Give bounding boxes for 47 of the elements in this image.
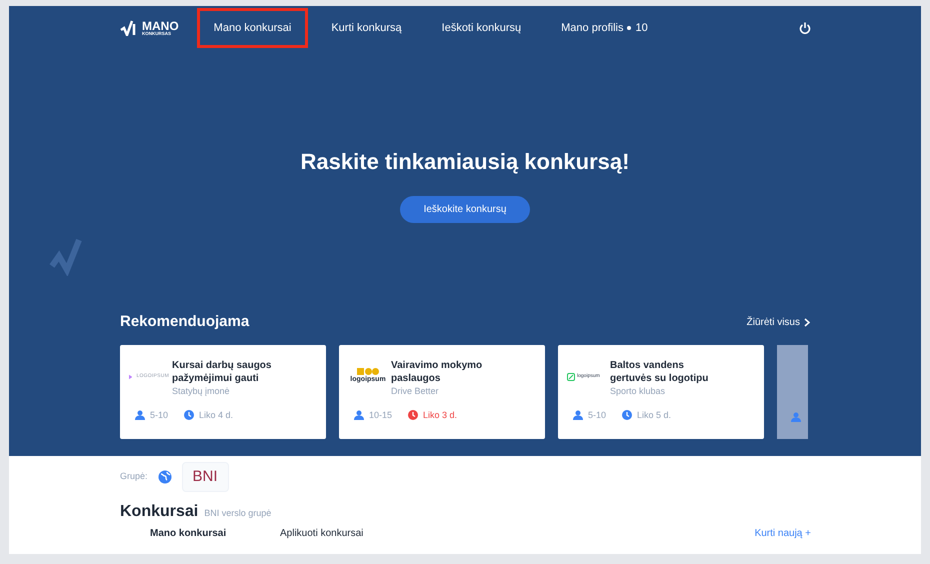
search-contests-button[interactable]: Ieškokite konkursų [400, 196, 530, 223]
participants-count: 5-10 [150, 408, 168, 422]
person-icon [791, 412, 801, 422]
see-all-link[interactable]: Žiūrėti visus [746, 314, 810, 330]
group-label: Grupė: [120, 470, 148, 484]
nav-link[interactable]: Mano profilis 10 [544, 8, 665, 48]
dots-logo-icon [357, 368, 379, 375]
contests-tab[interactable]: Aplikuoti konkursai [280, 528, 410, 540]
deadline-text: Liko 4 d. [199, 408, 234, 422]
card-title: Vairavimo mokymo paslaugos [391, 358, 484, 384]
contests-tab[interactable]: Mano konkursai [150, 528, 280, 540]
chevron-right-icon [804, 318, 810, 327]
dot-icon [627, 26, 632, 30]
card-title: Baltos vandens gertuvės su logotipu [610, 358, 710, 384]
section-title: Konkursai [120, 502, 198, 522]
logo-title: MANO [142, 20, 179, 32]
nav-link[interactable]: Kurti konkursą [314, 8, 419, 48]
create-new-link[interactable]: Kurti naują + [754, 528, 811, 540]
person-icon [354, 410, 364, 420]
hero-title: Raskite tinkamiausią konkursą! [300, 148, 630, 176]
card-company: Statybų įmonė [172, 384, 231, 396]
triangle-logo-icon [129, 372, 132, 380]
clock-icon [184, 410, 194, 420]
background-logo-drawing [49, 236, 83, 276]
power-icon[interactable] [799, 22, 811, 34]
nav-label: Ieškoti konkursų [442, 20, 522, 36]
clock-icon [622, 410, 632, 420]
participants-count: 5-10 [588, 408, 606, 422]
notification-count: 10 [635, 20, 648, 36]
clock-icon [408, 410, 418, 420]
nav-link[interactable]: Ieškoti konkursų [424, 8, 538, 48]
person-icon [573, 410, 583, 420]
section-subtitle: BNI verslo grupė [204, 507, 272, 520]
deadline-text: Liko 5 d. [637, 408, 672, 422]
person-icon [135, 410, 145, 420]
deadline-text: Liko 3 d. [423, 408, 458, 422]
card-company: Drive Better [391, 384, 440, 396]
nav-label: Mano konkursai [214, 20, 292, 36]
card-title: Kursai darbų saugos pažymėjimui gauti [172, 358, 272, 384]
card-company: Sporto klubas [610, 384, 666, 396]
nav-label: Mano profilis [561, 20, 624, 36]
nav-label: Kurti konkursą [331, 20, 402, 36]
nav-link[interactable]: Mano konkursai [196, 8, 308, 48]
group-badge[interactable]: BNI [182, 462, 229, 492]
section-title: Rekomenduojama [120, 312, 250, 332]
logo-icon [120, 20, 138, 36]
participants-count: 10-15 [369, 408, 392, 422]
